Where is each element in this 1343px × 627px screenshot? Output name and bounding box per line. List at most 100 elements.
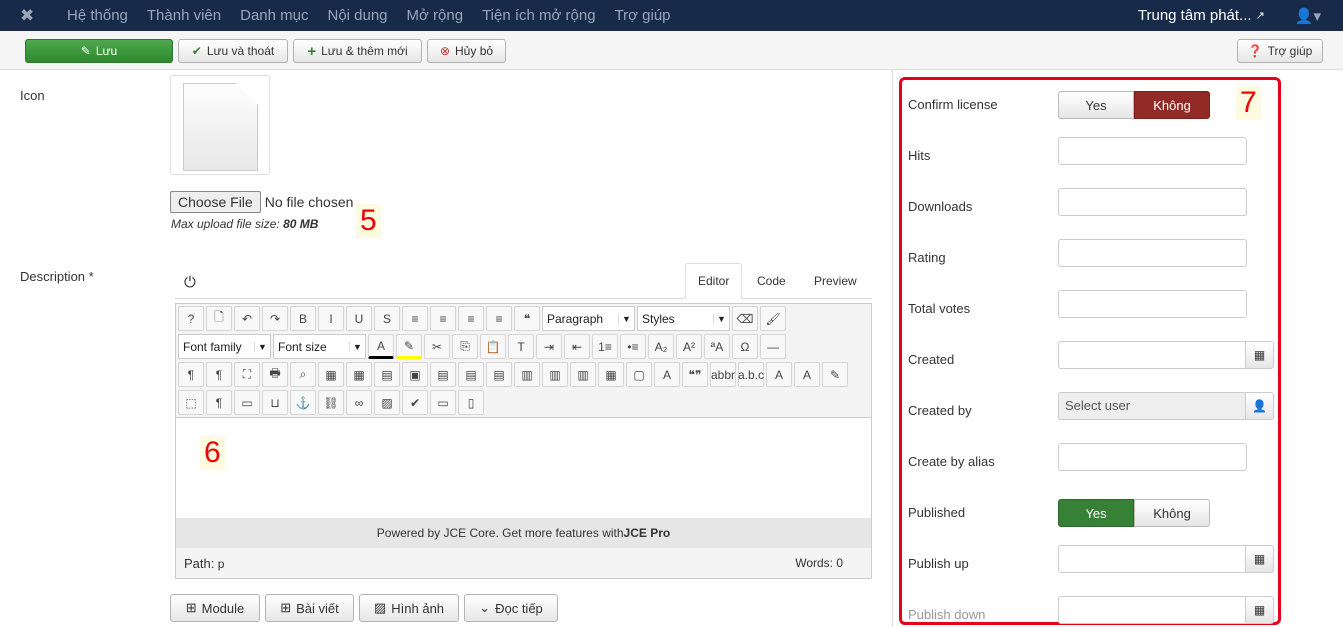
nav-users[interactable]: Thành viên (147, 7, 221, 24)
publish-down-input[interactable] (1058, 596, 1247, 624)
subscript-icon[interactable]: A₂ (648, 334, 674, 359)
bold-icon[interactable]: B (290, 306, 316, 331)
downloads-input[interactable] (1058, 188, 1247, 216)
dropdown-arrow-icon[interactable]: ▼ (254, 341, 270, 352)
created-input[interactable] (1058, 341, 1247, 369)
nav-help[interactable]: Trợ giúp (615, 7, 671, 24)
confirm-license-toggle[interactable]: Yes Không (1058, 91, 1210, 119)
font-style-icon[interactable]: ªA (704, 334, 730, 359)
special-char-icon[interactable]: Ω (732, 334, 758, 359)
publish-up-input[interactable] (1058, 545, 1247, 573)
attributes-icon[interactable]: ✎ (822, 362, 848, 387)
ltr-icon[interactable]: ¶ (178, 362, 204, 387)
total-votes-input[interactable] (1058, 290, 1247, 318)
no-option[interactable]: Không (1134, 91, 1210, 119)
readmore-button[interactable]: ⌄ Đọc tiếp (464, 594, 558, 622)
styles-select[interactable]: Styles ▼ (637, 306, 730, 331)
blockquote-icon[interactable]: ❝ (514, 306, 540, 331)
layout-icon[interactable]: ▯ (458, 390, 484, 415)
cut-icon[interactable]: ✂ (424, 334, 450, 359)
save-button[interactable]: ✎ Lưu (25, 39, 173, 63)
rtl-icon[interactable]: ¶ (206, 362, 232, 387)
nav-system[interactable]: Hệ thống (67, 7, 128, 24)
nav-extensions[interactable]: Mở rộng (407, 7, 464, 24)
acronym-icon[interactable]: a.b.c (738, 362, 764, 387)
italic-icon[interactable]: I (318, 306, 344, 331)
font-color-icon[interactable]: A (368, 334, 394, 359)
cite-icon[interactable]: ❝❞ (682, 362, 708, 387)
fullscreen-icon[interactable]: ⛶ (234, 362, 260, 387)
format-select[interactable]: Paragraph ▼ (542, 306, 635, 331)
cell-props-icon[interactable]: ▣ (402, 362, 428, 387)
nav-content[interactable]: Nội dung (327, 7, 387, 24)
horizontal-rule-icon[interactable]: — (760, 334, 786, 359)
delete-col-icon[interactable]: ▥ (570, 362, 596, 387)
search-icon[interactable]: ⌕ (290, 362, 316, 387)
nav-components[interactable]: Tiện ích mở rộng (482, 7, 596, 24)
link-icon[interactable]: ∞ (346, 390, 372, 415)
tab-editor[interactable]: Editor (685, 263, 743, 299)
yes-option[interactable]: Yes (1058, 91, 1134, 119)
outdent-icon[interactable]: ⇤ (564, 334, 590, 359)
save-close-button[interactable]: ✔ Lưu và thoát (178, 39, 288, 63)
unlink-icon[interactable]: ⛓ (318, 390, 344, 415)
jce-pro-link[interactable]: JCE Pro (624, 526, 671, 540)
insert-col-after-icon[interactable]: ▥ (542, 362, 568, 387)
no-option[interactable]: Không (1134, 499, 1210, 527)
save-new-button[interactable]: + Lưu & thêm mới (293, 39, 422, 63)
split-cell-icon[interactable]: ▦ (598, 362, 624, 387)
user-icon[interactable]: 👤 (1245, 392, 1274, 420)
calendar-icon[interactable]: ▦ (1245, 545, 1274, 573)
eraser-icon[interactable]: ⌫ (732, 306, 758, 331)
spellcheck-icon[interactable]: ✔ (402, 390, 428, 415)
show-blocks-icon[interactable]: ¶ (206, 390, 232, 415)
paste-text-icon[interactable]: T (508, 334, 534, 359)
style-icon[interactable]: A (654, 362, 680, 387)
tab-preview[interactable]: Preview (802, 263, 869, 299)
path-value[interactable]: p (218, 557, 225, 571)
nav-menus[interactable]: Danh mục (240, 7, 308, 24)
brush-icon[interactable]: 🖌 (760, 306, 786, 331)
help-button[interactable]: ❓ Trợ giúp (1237, 39, 1323, 63)
create-by-alias-input[interactable] (1058, 443, 1247, 471)
del-icon[interactable]: A (766, 362, 792, 387)
align-center-icon[interactable]: ≡ (430, 306, 456, 331)
yes-option[interactable]: Yes (1058, 499, 1134, 527)
insert-row-after-icon[interactable]: ▤ (458, 362, 484, 387)
dropdown-arrow-icon[interactable]: ▼ (618, 313, 634, 324)
cancel-button[interactable]: ⊗ Hủy bỏ (427, 39, 506, 63)
superscript-icon[interactable]: A² (676, 334, 702, 359)
template-icon[interactable]: ▭ (430, 390, 456, 415)
align-right-icon[interactable]: ≡ (486, 306, 512, 331)
nonbreaking-icon[interactable]: ⊔ (262, 390, 288, 415)
pdf-icon[interactable]: ▭ (234, 390, 260, 415)
align-left-icon[interactable]: ≡ (458, 306, 484, 331)
row-props-icon[interactable]: ▤ (374, 362, 400, 387)
table-icon[interactable]: ▦ (318, 362, 344, 387)
insert-col-before-icon[interactable]: ▥ (514, 362, 540, 387)
article-button[interactable]: ⊞ Bài viết (265, 594, 354, 622)
image-icon[interactable]: ▨ (374, 390, 400, 415)
hits-input[interactable] (1058, 137, 1247, 165)
indent-icon[interactable]: ⇥ (536, 334, 562, 359)
new-document-icon[interactable]: 🗋 (206, 306, 232, 331)
choose-file-button[interactable]: Choose File (170, 191, 261, 213)
image-button[interactable]: ▨ Hình ảnh (359, 594, 459, 622)
strikethrough-icon[interactable]: S (374, 306, 400, 331)
joomla-logo-icon[interactable]: ✖ (20, 6, 48, 26)
print-icon[interactable]: 🖶 (262, 362, 288, 387)
insert-row-before-icon[interactable]: ▤ (430, 362, 456, 387)
visual-aid-icon[interactable]: ⬚ (178, 390, 204, 415)
delete-row-icon[interactable]: ▤ (486, 362, 512, 387)
ordered-list-icon[interactable]: 1≡ (592, 334, 618, 359)
module-button[interactable]: ⊞ Module (170, 594, 260, 622)
merge-cell-icon[interactable]: ▢ (626, 362, 652, 387)
paste-icon[interactable]: 📋 (480, 334, 506, 359)
editor-content-area[interactable] (176, 417, 871, 518)
site-link[interactable]: Trung tâm phát... (1138, 7, 1252, 24)
undo-icon[interactable]: ↶ (234, 306, 260, 331)
justify-icon[interactable]: ≡ (402, 306, 428, 331)
calendar-icon[interactable]: ▦ (1245, 596, 1274, 624)
tab-code[interactable]: Code (745, 263, 798, 299)
font-family-select[interactable]: Font family ▼ (178, 334, 271, 359)
